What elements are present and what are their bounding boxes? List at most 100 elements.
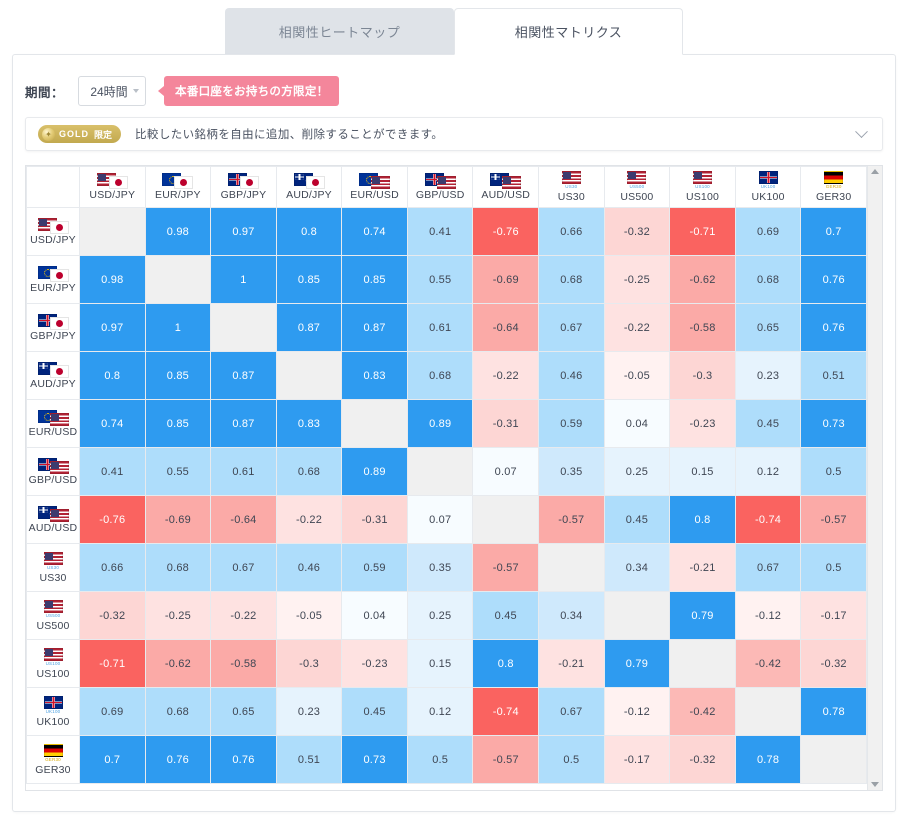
- matrix-cell[interactable]: -0.64: [472, 303, 540, 352]
- matrix-cell[interactable]: 0.61: [406, 303, 474, 352]
- matrix-column-header-gbp-usd[interactable]: GBP/USD: [406, 166, 474, 208]
- matrix-cell[interactable]: 0.5: [406, 735, 474, 784]
- matrix-cell[interactable]: 0.68: [734, 255, 802, 304]
- matrix-cell[interactable]: 0.46: [538, 351, 605, 400]
- matrix-cell[interactable]: 0.59: [538, 399, 605, 448]
- matrix-cell[interactable]: -0.25: [603, 255, 671, 304]
- matrix-cell[interactable]: -0.23: [341, 639, 408, 688]
- matrix-cell[interactable]: 0.79: [669, 591, 736, 640]
- matrix-cell[interactable]: -0.71: [79, 639, 146, 688]
- matrix-cell[interactable]: -0.22: [603, 303, 671, 352]
- matrix-cell[interactable]: -0.76: [472, 207, 540, 256]
- matrix-cell[interactable]: -0.17: [800, 591, 867, 640]
- matrix-cell[interactable]: -0.69: [144, 495, 212, 544]
- matrix-cell[interactable]: 0.45: [472, 591, 540, 640]
- matrix-cell[interactable]: [210, 303, 277, 352]
- matrix-cell[interactable]: 0.87: [275, 303, 343, 352]
- matrix-cell[interactable]: 0.85: [341, 255, 408, 304]
- matrix-cell[interactable]: 0.45: [603, 495, 671, 544]
- matrix-cell[interactable]: -0.05: [275, 591, 343, 640]
- matrix-cell[interactable]: -0.57: [800, 495, 867, 544]
- matrix-cell[interactable]: 0.85: [144, 399, 212, 448]
- scroll-up-arrow-icon[interactable]: [871, 169, 879, 174]
- matrix-cell[interactable]: 0.51: [275, 735, 343, 784]
- matrix-cell[interactable]: [603, 591, 671, 640]
- matrix-column-header-us500[interactable]: US500 US500: [603, 166, 671, 208]
- matrix-cell[interactable]: 0.85: [144, 351, 212, 400]
- matrix-cell[interactable]: -0.32: [603, 207, 671, 256]
- matrix-cell[interactable]: -0.21: [538, 639, 605, 688]
- matrix-column-header-eur-jpy[interactable]: EUR/JPY: [144, 166, 212, 208]
- matrix-cell[interactable]: 0.15: [406, 639, 474, 688]
- matrix-cell[interactable]: 0.5: [538, 735, 605, 784]
- matrix-cell[interactable]: -0.62: [144, 639, 212, 688]
- matrix-cell[interactable]: 0.73: [800, 399, 867, 448]
- matrix-cell[interactable]: 0.74: [341, 207, 408, 256]
- matrix-column-header-aud-usd[interactable]: AUD/USD: [472, 166, 540, 208]
- matrix-cell[interactable]: -0.22: [210, 591, 277, 640]
- matrix-cell[interactable]: -0.58: [210, 639, 277, 688]
- matrix-cell[interactable]: -0.42: [669, 687, 736, 736]
- matrix-cell[interactable]: 0.89: [341, 447, 408, 496]
- matrix-cell[interactable]: 0.98: [79, 255, 146, 304]
- matrix-cell[interactable]: 0.8: [275, 207, 343, 256]
- matrix-cell[interactable]: [800, 735, 867, 784]
- matrix-cell[interactable]: 0.89: [406, 399, 474, 448]
- matrix-cell[interactable]: 0.66: [538, 207, 605, 256]
- matrix-cell[interactable]: -0.05: [603, 351, 671, 400]
- matrix-cell[interactable]: -0.32: [800, 639, 867, 688]
- matrix-cell[interactable]: 0.74: [79, 399, 146, 448]
- period-select[interactable]: 24時間: [78, 76, 147, 106]
- matrix-cell[interactable]: 0.8: [79, 351, 146, 400]
- matrix-cell[interactable]: -0.74: [734, 495, 802, 544]
- matrix-cell[interactable]: 0.5: [800, 543, 867, 592]
- matrix-cell[interactable]: 0.12: [734, 447, 802, 496]
- matrix-cell[interactable]: [144, 255, 212, 304]
- matrix-cell[interactable]: 0.8: [669, 495, 736, 544]
- matrix-cell[interactable]: 0.85: [275, 255, 343, 304]
- matrix-row-header-eur-jpy[interactable]: EUR/JPY: [26, 255, 80, 304]
- matrix-cell[interactable]: 0.73: [341, 735, 408, 784]
- matrix-cell[interactable]: 0.8: [472, 639, 540, 688]
- matrix-cell[interactable]: -0.23: [669, 399, 736, 448]
- matrix-cell[interactable]: 0.87: [210, 351, 277, 400]
- matrix-cell[interactable]: 0.5: [800, 447, 867, 496]
- matrix-cell[interactable]: 0.34: [538, 591, 605, 640]
- matrix-cell[interactable]: 0.41: [79, 447, 146, 496]
- matrix-cell[interactable]: -0.57: [538, 495, 605, 544]
- matrix-cell[interactable]: 0.65: [734, 303, 802, 352]
- matrix-cell[interactable]: 0.98: [144, 207, 212, 256]
- matrix-cell[interactable]: -0.74: [472, 687, 540, 736]
- matrix-cell[interactable]: -0.32: [669, 735, 736, 784]
- matrix-cell[interactable]: -0.42: [734, 639, 802, 688]
- matrix-cell[interactable]: -0.62: [669, 255, 736, 304]
- matrix-cell[interactable]: 1: [210, 255, 277, 304]
- matrix-cell[interactable]: 0.78: [800, 687, 867, 736]
- matrix-cell[interactable]: 0.68: [275, 447, 343, 496]
- gold-notice-bar[interactable]: ✦ GOLD 限定 比較したい銘柄を自由に追加、削除することができます。: [25, 117, 883, 151]
- matrix-cell[interactable]: 0.67: [538, 687, 605, 736]
- matrix-cell[interactable]: 0.76: [144, 735, 212, 784]
- matrix-cell[interactable]: 0.59: [341, 543, 408, 592]
- matrix-cell[interactable]: -0.3: [669, 351, 736, 400]
- matrix-cell[interactable]: 0.68: [406, 351, 474, 400]
- matrix-cell[interactable]: 0.45: [341, 687, 408, 736]
- matrix-cell[interactable]: -0.22: [275, 495, 343, 544]
- matrix-row-header-gbp-usd[interactable]: GBP/USD: [26, 447, 80, 496]
- matrix-cell[interactable]: 0.76: [800, 303, 867, 352]
- matrix-cell[interactable]: 0.76: [800, 255, 867, 304]
- matrix-cell[interactable]: 0.7: [800, 207, 867, 256]
- matrix-cell[interactable]: [734, 687, 802, 736]
- matrix-cell[interactable]: 0.79: [603, 639, 671, 688]
- matrix-cell[interactable]: -0.57: [472, 543, 540, 592]
- matrix-cell[interactable]: 0.87: [341, 303, 408, 352]
- matrix-cell[interactable]: 1: [144, 303, 212, 352]
- matrix-cell[interactable]: 0.51: [800, 351, 867, 400]
- matrix-column-header-eur-usd[interactable]: EUR/USD: [341, 166, 408, 208]
- matrix-column-header-us30[interactable]: US30 US30: [538, 166, 605, 208]
- matrix-cell[interactable]: -0.32: [79, 591, 146, 640]
- matrix-cell[interactable]: -0.57: [472, 735, 540, 784]
- matrix-cell[interactable]: 0.83: [341, 351, 408, 400]
- matrix-cell[interactable]: -0.22: [472, 351, 540, 400]
- tab-correlation-heatmap[interactable]: 相関性ヒートマップ: [225, 8, 454, 55]
